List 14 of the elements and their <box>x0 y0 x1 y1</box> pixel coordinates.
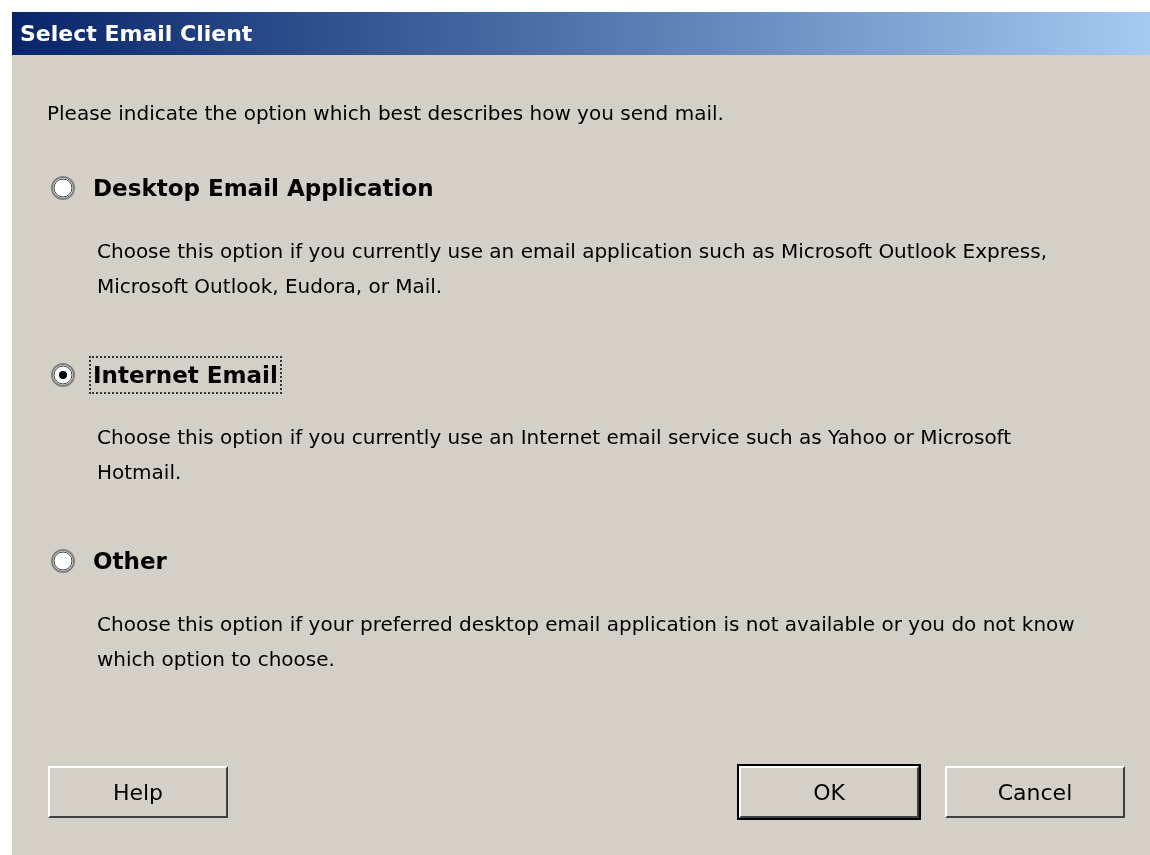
radio-button[interactable] <box>51 549 75 574</box>
dialog-button[interactable]: Help <box>48 766 228 818</box>
window-title: Select Email Client <box>20 20 253 48</box>
option-label[interactable]: Desktop Email Application <box>89 169 438 208</box>
intro-text: Please indicate the option which best describes how you send mail. <box>47 100 725 127</box>
option-label[interactable]: Internet Email <box>89 355 282 394</box>
option-description: Choose this option if you currently use an Internet email service such as Yahoo or Microsoft Hotmail. <box>97 424 1013 486</box>
radio-button[interactable] <box>51 176 75 201</box>
radio-button[interactable] <box>51 362 75 387</box>
dialog-button[interactable]: Cancel <box>945 766 1125 818</box>
dialog-button[interactable]: OK <box>739 766 919 818</box>
option-label[interactable]: Other <box>89 542 171 581</box>
option-description: Choose this option if your preferred desktop email application is not available or you do not know which option to choose. <box>97 610 1076 673</box>
option-description: Choose this option if you currently use an email application such as Microsoft Outlook Express, Microsoft Outlook, Eudora, or Mail. <box>97 237 1049 300</box>
